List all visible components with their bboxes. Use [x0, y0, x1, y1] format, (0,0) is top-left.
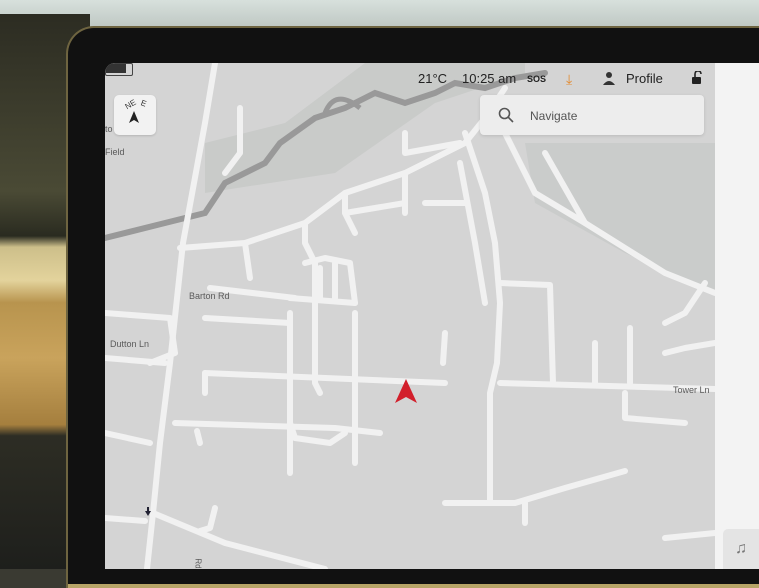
search-icon	[498, 107, 514, 123]
clock: 10:25 am	[462, 71, 517, 86]
map-label-barton-rd: Barton Rd	[189, 291, 230, 301]
map-label-field-top: to	[105, 124, 113, 134]
music-note-icon[interactable]: ♫	[723, 529, 759, 569]
navigate-search-bar[interactable]	[480, 95, 704, 135]
temperature-readout: 21°C	[418, 71, 448, 86]
right-side-panel	[715, 63, 759, 569]
compass-button[interactable]: NE E	[114, 95, 156, 135]
compass-east-label: E	[139, 98, 148, 109]
sos-button[interactable]: SOS	[527, 71, 546, 87]
map-label-dutton-ln: Dutton Ln	[110, 339, 150, 349]
compass-north-label: NE	[123, 97, 138, 112]
profile-icon[interactable]	[603, 71, 615, 85]
navigate-input[interactable]	[528, 105, 697, 127]
road-network	[105, 63, 715, 569]
direction-marker-icon	[145, 507, 151, 516]
vehicle-position-arrow-icon	[395, 379, 417, 403]
map-label-field: Field	[105, 147, 125, 157]
profile-button[interactable]: Profile	[626, 71, 663, 87]
map-canvas[interactable]	[105, 63, 715, 569]
touchscreen: 21°C 10:25 am SOS ⤓ Profile NE E to Fiel…	[105, 63, 759, 569]
download-icon[interactable]: ⤓	[566, 71, 572, 87]
map-label-rd: Rd	[193, 558, 203, 569]
battery-fill	[106, 64, 126, 73]
map-label-tower-ln: Tower Ln	[673, 385, 710, 395]
compass-arrow-icon	[129, 111, 139, 123]
unlocked-padlock-icon[interactable]	[690, 71, 704, 85]
